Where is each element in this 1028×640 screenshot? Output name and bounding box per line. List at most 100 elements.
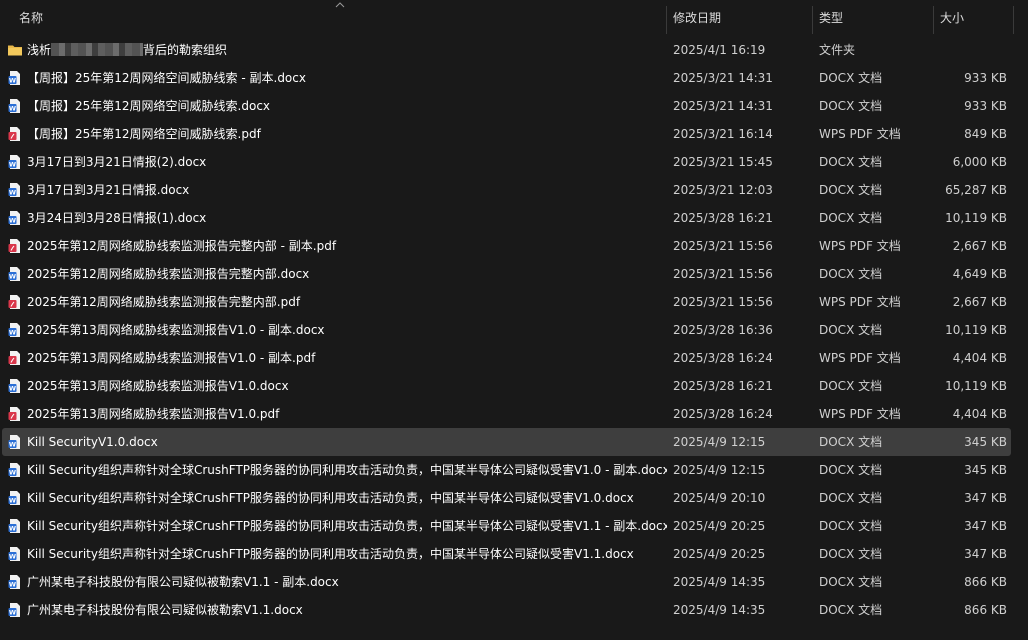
file-type: WPS PDF 文档 <box>819 351 901 365</box>
file-size: 347 KB <box>964 547 1007 561</box>
file-type: DOCX 文档 <box>819 379 883 393</box>
file-name: 3月17日到3月21日情报.docx <box>27 183 190 197</box>
file-row[interactable]: 【周报】25年第12周网络空间威胁线索.pdf 2025/3/21 16:14 WP… <box>2 120 1011 148</box>
file-name: 浅析 背后的勒索组织 <box>27 36 667 64</box>
column-header-type[interactable]: 类型 <box>812 0 933 36</box>
column-divider[interactable] <box>1013 6 1014 34</box>
file-size: 347 KB <box>964 491 1007 505</box>
file-row[interactable]: 2025年第12周网络威胁线索监测报告完整内部.pdf 2025/3/21 15:… <box>2 288 1011 316</box>
svg-text:W: W <box>9 273 16 281</box>
folder-row[interactable]: 浅析 背后的勒索组织 2025/4/1 16:19 文件夹 <box>2 36 1011 64</box>
file-row[interactable]: 2025年第13周网络威胁线索监测报告V1.0.pdf 2025/3/28 16:… <box>2 400 1011 428</box>
file-name: 2025年第13周网络威胁线索监测报告V1.0 - 副本.pdf <box>27 351 316 365</box>
pdf-icon <box>7 238 23 254</box>
file-size: 345 KB <box>964 435 1007 449</box>
file-row[interactable]: W Kill Security组织声称针对全球CrushFTP服务器的协同利用攻击… <box>2 456 1011 484</box>
file-row[interactable]: W 广州某电子科技股份有限公司疑似被勒索V1.1 - 副本.docx 2025/4/… <box>2 568 1011 596</box>
file-name: Kill Security组织声称针对全球CrushFTP服务器的协同利用攻击活… <box>27 547 634 561</box>
column-header-date[interactable]: 修改日期 <box>666 0 812 36</box>
file-name: 【周报】25年第12周网络空间威胁线索 - 副本.docx <box>27 71 306 85</box>
modified-date: 2025/4/9 20:25 <box>673 519 766 533</box>
file-type: WPS PDF 文档 <box>819 127 901 141</box>
modified-date: 2025/4/9 14:35 <box>673 575 766 589</box>
file-size: 65,287 KB <box>945 183 1007 197</box>
svg-text:W: W <box>9 441 16 449</box>
svg-text:W: W <box>9 469 16 477</box>
file-type: DOCX 文档 <box>819 519 883 533</box>
file-row[interactable]: W 【周报】25年第12周网络空间威胁线索.docx 2025/3/21 14:31… <box>2 92 1011 120</box>
file-row[interactable]: W 广州某电子科技股份有限公司疑似被勒索V1.1.docx 2025/4/9 14:… <box>2 596 1011 624</box>
file-size: 2,667 KB <box>952 239 1007 253</box>
file-list-view: 名称 修改日期 类型 大小 浅析 背后的勒索组织 2025/4/1 16:19 文件夹… <box>0 0 1028 640</box>
docx-icon: W <box>7 98 23 114</box>
file-type: DOCX 文档 <box>819 323 883 337</box>
pdf-icon <box>7 406 23 422</box>
svg-text:W: W <box>9 217 16 225</box>
modified-date: 2025/4/9 20:10 <box>673 491 766 505</box>
file-name: 【周报】25年第12周网络空间威胁线索.docx <box>27 99 271 113</box>
file-row[interactable]: W 3月17日到3月21日情报.docx 2025/3/21 12:03 DOCX 文… <box>2 176 1011 204</box>
file-size: 866 KB <box>964 603 1007 617</box>
file-name: 3月24日到3月28日情报(1).docx <box>27 211 207 225</box>
file-row[interactable]: W Kill Security组织声称针对全球CrushFTP服务器的协同利用攻击… <box>2 512 1011 540</box>
file-row[interactable]: W 2025年第12周网络威胁线索监测报告完整内部.docx 2025/3/21 1… <box>2 260 1011 288</box>
file-type: DOCX 文档 <box>819 211 883 225</box>
file-type: DOCX 文档 <box>819 183 883 197</box>
file-row[interactable]: W Kill Security组织声称针对全球CrushFTP服务器的协同利用攻击… <box>2 540 1011 568</box>
modified-date: 2025/3/21 12:03 <box>673 183 773 197</box>
docx-icon: W <box>7 490 23 506</box>
modified-date: 2025/4/9 20:25 <box>673 547 766 561</box>
svg-text:W: W <box>9 525 16 533</box>
svg-text:W: W <box>9 385 16 393</box>
file-type: DOCX 文档 <box>819 435 883 449</box>
file-type: DOCX 文档 <box>819 267 883 281</box>
file-size: 10,119 KB <box>945 211 1007 225</box>
docx-icon: W <box>7 546 23 562</box>
file-size <box>937 36 1007 64</box>
file-type: DOCX 文档 <box>819 71 883 85</box>
file-name: Kill Security组织声称针对全球CrushFTP服务器的协同利用攻击活… <box>27 519 667 533</box>
file-size: 10,119 KB <box>945 323 1007 337</box>
svg-text:W: W <box>9 105 16 113</box>
file-size: 2,667 KB <box>952 295 1007 309</box>
folder-icon <box>7 42 23 58</box>
modified-date: 2025/3/21 15:45 <box>673 155 773 169</box>
docx-icon: W <box>7 154 23 170</box>
modified-date: 2025/3/28 16:24 <box>673 407 773 421</box>
file-name: 2025年第13周网络威胁线索监测报告V1.0 - 副本.docx <box>27 323 325 337</box>
file-name: 2025年第13周网络威胁线索监测报告V1.0.pdf <box>27 407 280 421</box>
file-type: DOCX 文档 <box>819 155 883 169</box>
file-name: 【周报】25年第12周网络空间威胁线索.pdf <box>27 127 261 141</box>
file-row[interactable]: W 2025年第13周网络威胁线索监测报告V1.0.docx 2025/3/28 1… <box>2 372 1011 400</box>
docx-icon: W <box>7 462 23 478</box>
file-row[interactable]: 2025年第13周网络威胁线索监测报告V1.0 - 副本.pdf 2025/3/2… <box>2 344 1011 372</box>
file-row[interactable]: W 3月24日到3月28日情报(1).docx 2025/3/28 16:21 DOC… <box>2 204 1011 232</box>
file-name: 2025年第12周网络威胁线索监测报告完整内部.pdf <box>27 295 301 309</box>
modified-date: 2025/4/9 12:15 <box>673 435 766 449</box>
file-type: 文件夹 <box>819 43 856 57</box>
pdf-icon <box>7 294 23 310</box>
file-row[interactable]: 2025年第12周网络威胁线索监测报告完整内部 - 副本.pdf 2025/3/2… <box>2 232 1011 260</box>
column-header-name[interactable]: 名称 <box>12 0 662 36</box>
svg-text:W: W <box>9 497 16 505</box>
file-size: 4,404 KB <box>952 351 1007 365</box>
docx-icon: W <box>7 182 23 198</box>
file-row[interactable]: W Kill Security组织声称针对全球CrushFTP服务器的协同利用攻击… <box>2 484 1011 512</box>
file-name-prefix: 浅析 <box>27 43 52 57</box>
file-name-suffix: 背后的勒索组织 <box>143 43 228 57</box>
modified-date: 2025/3/28 16:36 <box>673 323 773 337</box>
column-header-size[interactable]: 大小 <box>933 0 1013 36</box>
file-row[interactable]: W Kill SecurityV1.0.docx 2025/4/9 12:15 DOC… <box>2 428 1011 456</box>
file-row[interactable]: W 2025年第13周网络威胁线索监测报告V1.0 - 副本.docx 2025/3… <box>2 316 1011 344</box>
file-name: 2025年第12周网络威胁线索监测报告完整内部.docx <box>27 267 310 281</box>
svg-text:W: W <box>9 329 16 337</box>
modified-date: 2025/3/21 14:31 <box>673 71 773 85</box>
file-type: DOCX 文档 <box>819 547 883 561</box>
modified-date: 2025/3/21 15:56 <box>673 267 773 281</box>
docx-icon: W <box>7 434 23 450</box>
modified-date: 2025/3/28 16:21 <box>673 379 773 393</box>
modified-date: 2025/4/9 12:15 <box>673 463 766 477</box>
file-row[interactable]: W 【周报】25年第12周网络空间威胁线索 - 副本.docx 2025/3/21 … <box>2 64 1011 92</box>
docx-icon: W <box>7 266 23 282</box>
file-row[interactable]: W 3月17日到3月21日情报(2).docx 2025/3/21 15:45 DOC… <box>2 148 1011 176</box>
